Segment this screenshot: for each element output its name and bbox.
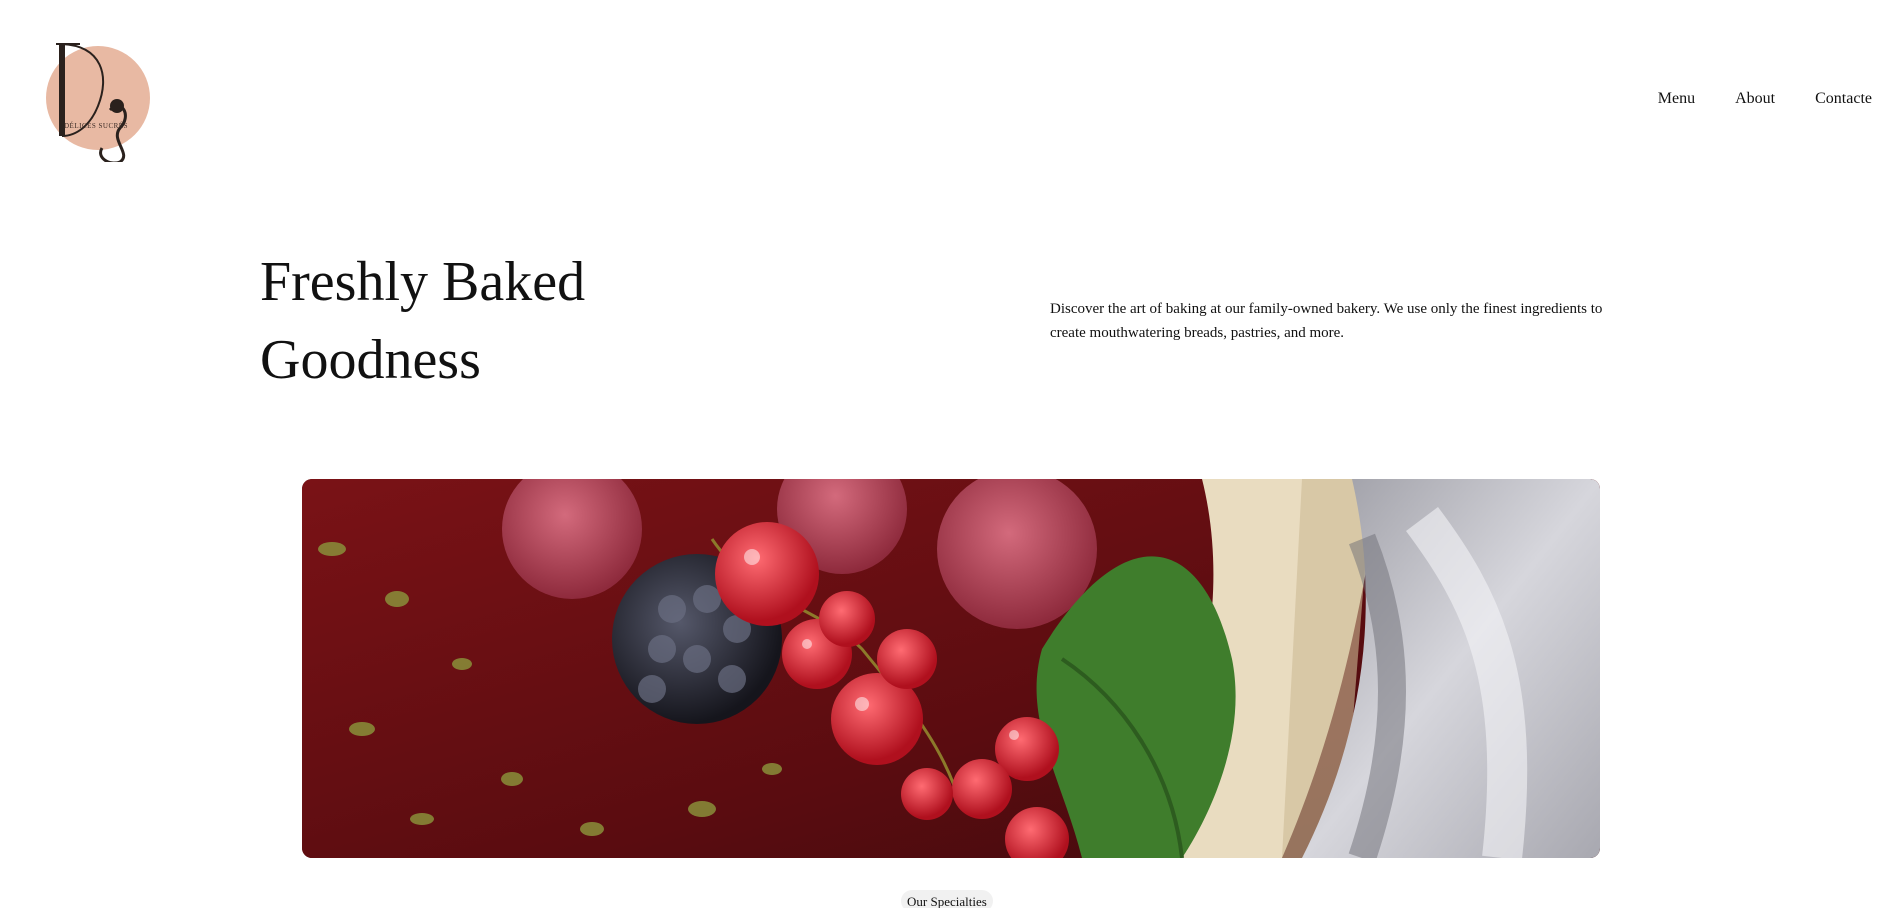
hero-description: Discover the art of baking at our family…: [1050, 301, 1603, 341]
hero-title-line2: Goodness: [260, 329, 481, 391]
page: DÉLICES SUCRÉS Menu About Contacte Fresh…: [0, 0, 1900, 908]
nav-about[interactable]: About: [1735, 90, 1775, 108]
logo-emblem: DÉLICES SUCRÉS: [46, 43, 150, 162]
hero-title: Freshly Baked Goodness: [260, 243, 780, 399]
main-nav: Menu About Contacte: [1658, 90, 1872, 108]
logo-text: DÉLICES SUCRÉS: [64, 122, 128, 130]
hero-image: [302, 479, 1600, 858]
brand-logo[interactable]: DÉLICES SUCRÉS: [40, 36, 152, 162]
hero-title-line1: Freshly Baked: [260, 251, 586, 313]
nav-contact[interactable]: Contacte: [1815, 90, 1872, 108]
specialties-label: Our Specialties: [901, 890, 993, 908]
berries-dessert-photo: [302, 479, 1600, 858]
nav-menu[interactable]: Menu: [1658, 90, 1695, 108]
